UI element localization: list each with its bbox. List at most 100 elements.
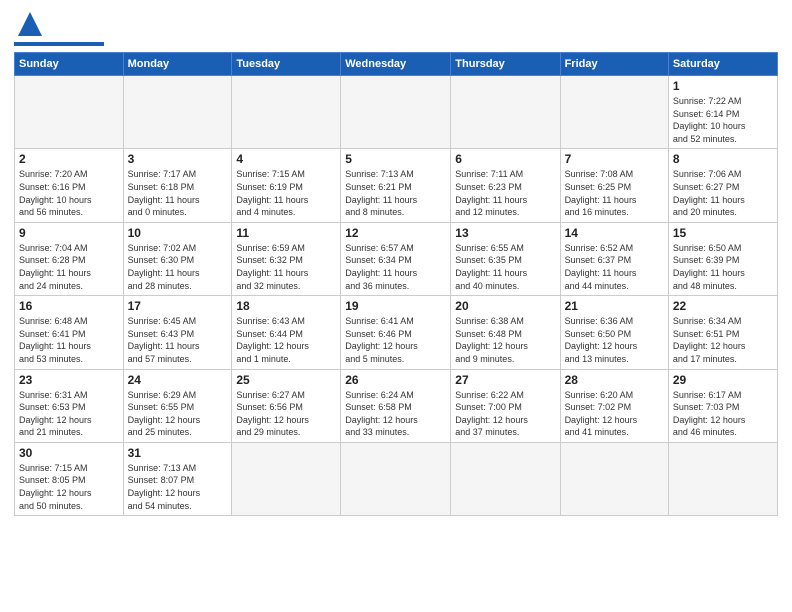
calendar-cell: 15 Sunrise: 6:50 AM Sunset: 6:39 PM Dayli… — [668, 222, 777, 295]
calendar-cell: 17 Sunrise: 6:45 AM Sunset: 6:43 PM Dayli… — [123, 296, 232, 369]
calendar-cell: 24 Sunrise: 6:29 AM Sunset: 6:55 PM Dayli… — [123, 369, 232, 442]
logo-bar — [14, 42, 104, 46]
day-number: 8 — [673, 152, 773, 166]
day-info: Sunrise: 6:24 AM Sunset: 6:58 PM Dayligh… — [345, 389, 446, 439]
calendar-cell: 22 Sunrise: 6:34 AM Sunset: 6:51 PM Dayli… — [668, 296, 777, 369]
day-number: 9 — [19, 226, 119, 240]
day-info: Sunrise: 6:20 AM Sunset: 7:02 PM Dayligh… — [565, 389, 664, 439]
day-number: 28 — [565, 373, 664, 387]
day-number: 17 — [128, 299, 228, 313]
day-number: 15 — [673, 226, 773, 240]
calendar-body: 1 Sunrise: 7:22 AM Sunset: 6:14 PM Daylig… — [15, 76, 778, 516]
day-number: 6 — [455, 152, 555, 166]
day-info: Sunrise: 6:27 AM Sunset: 6:56 PM Dayligh… — [236, 389, 336, 439]
day-info: Sunrise: 6:45 AM Sunset: 6:43 PM Dayligh… — [128, 315, 228, 365]
calendar-cell — [451, 442, 560, 515]
col-tuesday: Tuesday — [232, 53, 341, 76]
col-friday: Friday — [560, 53, 668, 76]
calendar-cell: 27 Sunrise: 6:22 AM Sunset: 7:00 PM Dayli… — [451, 369, 560, 442]
day-info: Sunrise: 6:36 AM Sunset: 6:50 PM Dayligh… — [565, 315, 664, 365]
calendar-cell — [668, 442, 777, 515]
calendar-cell: 11Sunrise: 6:59 AM Sunset: 6:32 PM Dayli… — [232, 222, 341, 295]
calendar-cell: 5Sunrise: 7:13 AM Sunset: 6:21 PM Daylig… — [341, 149, 451, 222]
calendar-cell: 23 Sunrise: 6:31 AM Sunset: 6:53 PM Dayli… — [15, 369, 124, 442]
day-number: 4 — [236, 152, 336, 166]
day-number: 5 — [345, 152, 446, 166]
calendar-cell — [560, 442, 668, 515]
day-number: 23 — [19, 373, 119, 387]
day-number: 12 — [345, 226, 446, 240]
calendar-cell — [123, 76, 232, 149]
calendar-cell: 9Sunrise: 7:04 AM Sunset: 6:28 PM Daylig… — [15, 222, 124, 295]
day-number: 22 — [673, 299, 773, 313]
calendar-cell: 1 Sunrise: 7:22 AM Sunset: 6:14 PM Daylig… — [668, 76, 777, 149]
day-info: Sunrise: 6:59 AM Sunset: 6:32 PM Dayligh… — [236, 242, 336, 292]
calendar-header: Sunday Monday Tuesday Wednesday Thursday… — [15, 53, 778, 76]
day-number: 19 — [345, 299, 446, 313]
calendar-cell: 2Sunrise: 7:20 AM Sunset: 6:16 PM Daylig… — [15, 149, 124, 222]
day-info: Sunrise: 6:34 AM Sunset: 6:51 PM Dayligh… — [673, 315, 773, 365]
calendar-cell: 4Sunrise: 7:15 AM Sunset: 6:19 PM Daylig… — [232, 149, 341, 222]
calendar-cell — [232, 76, 341, 149]
calendar-cell: 18Sunrise: 6:43 AM Sunset: 6:44 PM Dayli… — [232, 296, 341, 369]
day-number: 29 — [673, 373, 773, 387]
day-info: Sunrise: 6:38 AM Sunset: 6:48 PM Dayligh… — [455, 315, 555, 365]
day-info: Sunrise: 7:22 AM Sunset: 6:14 PM Dayligh… — [673, 95, 773, 145]
day-info: Sunrise: 7:08 AM Sunset: 6:25 PM Dayligh… — [565, 168, 664, 218]
calendar-cell: 8 Sunrise: 7:06 AM Sunset: 6:27 PM Daylig… — [668, 149, 777, 222]
day-number: 7 — [565, 152, 664, 166]
calendar-cell: 7 Sunrise: 7:08 AM Sunset: 6:25 PM Daylig… — [560, 149, 668, 222]
day-info: Sunrise: 6:55 AM Sunset: 6:35 PM Dayligh… — [455, 242, 555, 292]
calendar-cell: 10Sunrise: 7:02 AM Sunset: 6:30 PM Dayli… — [123, 222, 232, 295]
day-info: Sunrise: 6:31 AM Sunset: 6:53 PM Dayligh… — [19, 389, 119, 439]
calendar-cell: 30 Sunrise: 7:15 AM Sunset: 8:05 PM Dayli… — [15, 442, 124, 515]
col-thursday: Thursday — [451, 53, 560, 76]
day-number: 24 — [128, 373, 228, 387]
day-number: 27 — [455, 373, 555, 387]
calendar-cell: 14Sunrise: 6:52 AM Sunset: 6:37 PM Dayli… — [560, 222, 668, 295]
day-info: Sunrise: 6:43 AM Sunset: 6:44 PM Dayligh… — [236, 315, 336, 365]
calendar-cell: 25 Sunrise: 6:27 AM Sunset: 6:56 PM Dayli… — [232, 369, 341, 442]
calendar-cell — [341, 76, 451, 149]
calendar-cell: 31Sunrise: 7:13 AM Sunset: 8:07 PM Dayli… — [123, 442, 232, 515]
calendar-cell: 13 Sunrise: 6:55 AM Sunset: 6:35 PM Dayli… — [451, 222, 560, 295]
day-info: Sunrise: 6:48 AM Sunset: 6:41 PM Dayligh… — [19, 315, 119, 365]
calendar-cell — [15, 76, 124, 149]
calendar-cell — [560, 76, 668, 149]
calendar-cell: 16 Sunrise: 6:48 AM Sunset: 6:41 PM Dayli… — [15, 296, 124, 369]
header-row: Sunday Monday Tuesday Wednesday Thursday… — [15, 53, 778, 76]
day-info: Sunrise: 7:15 AM Sunset: 8:05 PM Dayligh… — [19, 462, 119, 512]
col-sunday: Sunday — [15, 53, 124, 76]
day-info: Sunrise: 6:22 AM Sunset: 7:00 PM Dayligh… — [455, 389, 555, 439]
day-number: 31 — [128, 446, 228, 460]
day-info: Sunrise: 6:29 AM Sunset: 6:55 PM Dayligh… — [128, 389, 228, 439]
day-number: 21 — [565, 299, 664, 313]
day-info: Sunrise: 6:57 AM Sunset: 6:34 PM Dayligh… — [345, 242, 446, 292]
day-info: Sunrise: 7:11 AM Sunset: 6:23 PM Dayligh… — [455, 168, 555, 218]
day-number: 16 — [19, 299, 119, 313]
calendar-cell: 26Sunrise: 6:24 AM Sunset: 6:58 PM Dayli… — [341, 369, 451, 442]
day-number: 10 — [128, 226, 228, 240]
day-info: Sunrise: 7:17 AM Sunset: 6:18 PM Dayligh… — [128, 168, 228, 218]
day-number: 3 — [128, 152, 228, 166]
calendar-cell: 6 Sunrise: 7:11 AM Sunset: 6:23 PM Daylig… — [451, 149, 560, 222]
calendar-table: Sunday Monday Tuesday Wednesday Thursday… — [14, 52, 778, 516]
page: Sunday Monday Tuesday Wednesday Thursday… — [0, 0, 792, 612]
logo — [14, 10, 104, 46]
calendar-cell: 12 Sunrise: 6:57 AM Sunset: 6:34 PM Dayli… — [341, 222, 451, 295]
calendar-cell: 3 Sunrise: 7:17 AM Sunset: 6:18 PM Daylig… — [123, 149, 232, 222]
day-info: Sunrise: 6:41 AM Sunset: 6:46 PM Dayligh… — [345, 315, 446, 365]
day-number: 1 — [673, 79, 773, 93]
day-number: 25 — [236, 373, 336, 387]
day-number: 13 — [455, 226, 555, 240]
calendar-cell: 28 Sunrise: 6:20 AM Sunset: 7:02 PM Dayli… — [560, 369, 668, 442]
calendar-cell — [232, 442, 341, 515]
day-info: Sunrise: 6:52 AM Sunset: 6:37 PM Dayligh… — [565, 242, 664, 292]
col-saturday: Saturday — [668, 53, 777, 76]
logo-icon — [16, 10, 44, 38]
day-info: Sunrise: 7:06 AM Sunset: 6:27 PM Dayligh… — [673, 168, 773, 218]
calendar-cell: 20Sunrise: 6:38 AM Sunset: 6:48 PM Dayli… — [451, 296, 560, 369]
day-number: 30 — [19, 446, 119, 460]
day-info: Sunrise: 6:17 AM Sunset: 7:03 PM Dayligh… — [673, 389, 773, 439]
day-info: Sunrise: 6:50 AM Sunset: 6:39 PM Dayligh… — [673, 242, 773, 292]
